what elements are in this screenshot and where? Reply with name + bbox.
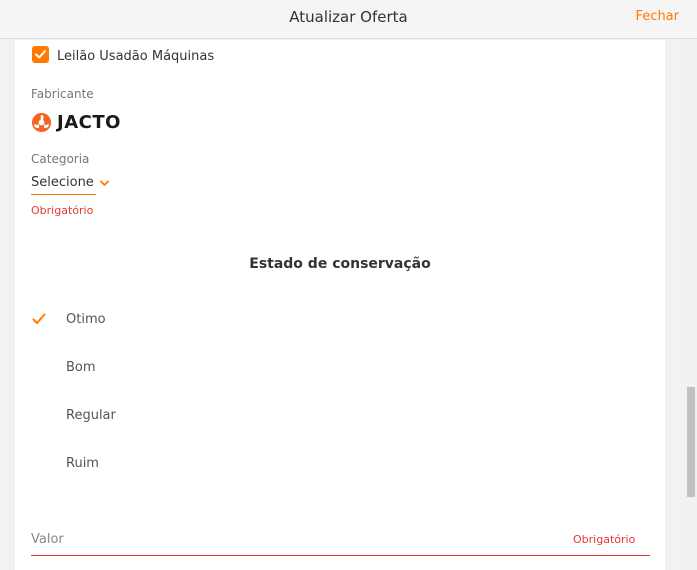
category-required-text: Obrigatório	[31, 204, 94, 217]
modal-header: Atualizar Oferta Fechar	[0, 0, 697, 39]
jacto-logo-icon	[31, 112, 52, 132]
manufacturer-brand: JACTO	[31, 111, 121, 133]
modal-title: Atualizar Oferta	[289, 8, 408, 26]
auction-checkbox[interactable]	[32, 46, 49, 63]
condition-option-bom[interactable]: Bom	[15, 348, 665, 388]
category-label: Categoria	[31, 152, 90, 166]
auction-checkbox-label[interactable]: Leilão Usadão Máquinas	[57, 49, 214, 64]
check-icon	[32, 313, 46, 324]
chevron-down-icon[interactable]	[100, 180, 109, 187]
category-select[interactable]: Selecione	[31, 175, 96, 195]
value-field-underline[interactable]	[31, 555, 650, 556]
value-required-text: Obrigatório	[573, 533, 636, 546]
value-field-label[interactable]: Valor	[31, 532, 64, 547]
condition-option-ruim[interactable]: Ruim	[15, 444, 665, 484]
option-label: Ruim	[66, 456, 99, 471]
checkmark-icon	[35, 50, 46, 59]
option-label: Otimo	[66, 312, 106, 327]
option-label: Regular	[66, 408, 116, 423]
option-label: Bom	[66, 360, 96, 375]
condition-option-otimo[interactable]: Otimo	[15, 300, 665, 340]
condition-section-title: Estado de conservação	[249, 256, 431, 272]
scrollbar[interactable]	[685, 40, 697, 570]
manufacturer-label: Fabricante	[31, 87, 94, 101]
close-button[interactable]: Fechar	[636, 9, 679, 24]
brand-name: JACTO	[57, 111, 121, 133]
condition-option-regular[interactable]: Regular	[15, 396, 665, 436]
scrollbar-thumb[interactable]	[687, 387, 695, 497]
